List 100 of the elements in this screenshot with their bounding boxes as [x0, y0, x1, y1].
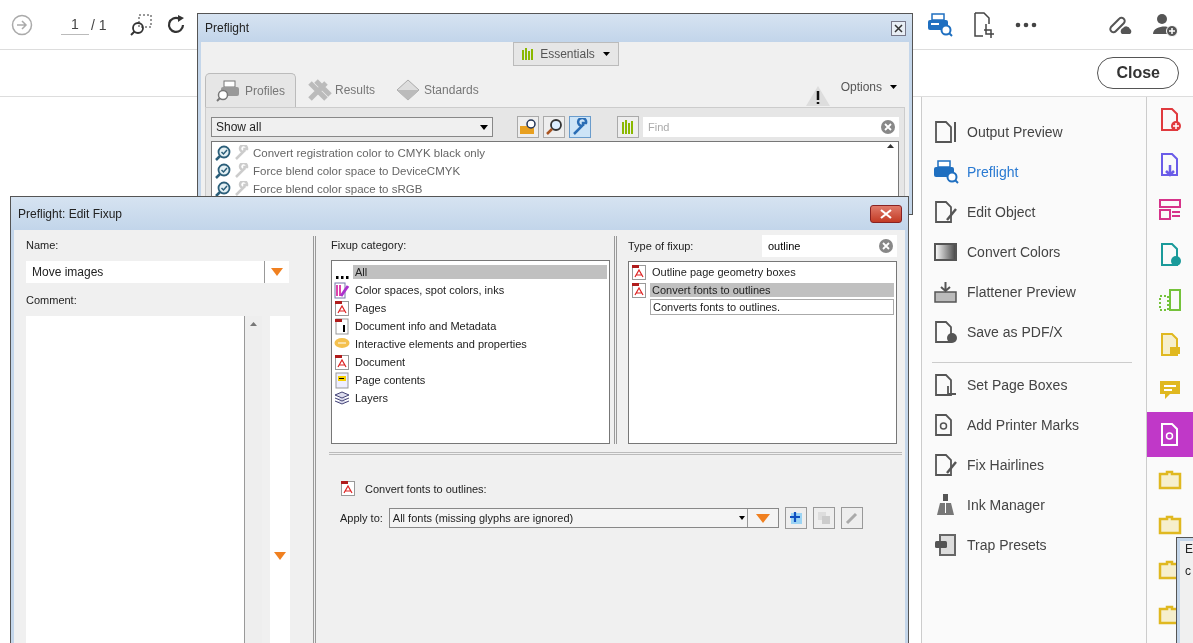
tab[interactable]: Standards [385, 73, 489, 107]
category-label: Fixup category: [331, 239, 408, 251]
pdf-plus-icon[interactable] [1158, 107, 1182, 132]
clear-icon[interactable] [877, 117, 899, 137]
wrench-icon [234, 145, 250, 161]
diamond-icon [395, 79, 422, 101]
pencil-icon [844, 511, 859, 525]
add-user-icon[interactable] [1153, 12, 1179, 37]
category-item[interactable]: Color spaces, spot colors, inks [334, 281, 607, 299]
flattener-icon [933, 280, 959, 304]
dropdown-triangle-icon [755, 513, 770, 523]
color-swatch-icon [334, 281, 350, 299]
search-button[interactable] [543, 116, 565, 138]
page-total: / 1 [91, 16, 107, 33]
profile-row[interactable]: Force blend color space to sRGB [212, 180, 898, 198]
category-item[interactable]: Interactive elements and properties [334, 335, 607, 353]
find-field[interactable]: Find [643, 117, 877, 137]
duplicate-icon [816, 511, 831, 525]
page-number-field[interactable]: 1 [61, 14, 89, 35]
wrench-icon [234, 163, 250, 179]
pdf-icon [334, 299, 350, 317]
tool-item[interactable]: Output Preview [922, 112, 1146, 152]
pdf-icon [631, 281, 647, 299]
apply-label: Apply to: [340, 512, 383, 524]
info-icon [334, 317, 350, 335]
tool-item[interactable]: Preflight [922, 152, 1146, 192]
page-content-icon [334, 371, 350, 389]
document-x-icon [933, 320, 959, 344]
tool-item[interactable]: Convert Colors [922, 232, 1146, 272]
plus-icon [788, 511, 803, 525]
pdf-send-icon[interactable] [1158, 242, 1182, 267]
edit-object-icon [933, 200, 959, 224]
bar-chart-icon [621, 120, 635, 134]
category-item[interactable]: Document info and Metadata [334, 317, 607, 335]
dropdown-arrow-icon [480, 124, 488, 130]
caret-icon [890, 85, 897, 89]
preflight-icon[interactable] [927, 12, 953, 37]
document-pencil-icon [933, 453, 959, 477]
edit-button[interactable] [840, 507, 863, 529]
tool-item[interactable]: Flattener Preview [922, 272, 1146, 312]
form-icon[interactable] [1158, 197, 1182, 222]
name-field[interactable]: Move images [26, 261, 289, 283]
dots-icon [335, 275, 349, 279]
comment-label: Comment: [26, 294, 78, 306]
pdf-icon [334, 353, 350, 371]
window-title: Preflight [205, 21, 250, 35]
category-item[interactable]: Pages [334, 299, 607, 317]
tool-item[interactable]: Fix Hairlines [922, 445, 1146, 485]
window-title: E [1185, 542, 1193, 556]
options-menu[interactable]: Options [830, 74, 905, 104]
next-page-icon[interactable] [11, 13, 33, 36]
side-tool-button[interactable] [1147, 412, 1193, 457]
window-text: c [1185, 564, 1192, 578]
preflight-icon [933, 160, 959, 184]
type-label: Type of fixup: [628, 240, 694, 252]
fixup-item[interactable]: Outline page geometry boxes [631, 263, 894, 281]
magnifier-check-icon [215, 163, 231, 179]
close-button[interactable] [870, 204, 902, 223]
tool-item[interactable]: Trap Presets [922, 525, 1146, 565]
close-button[interactable] [891, 20, 906, 36]
more-icon[interactable] [1015, 21, 1037, 28]
dropdown-triangle-icon[interactable] [274, 552, 286, 560]
profile-row[interactable]: Convert registration color to CMYK black only [212, 144, 898, 162]
toolbox-button[interactable] [517, 116, 539, 138]
duplicate-button[interactable] [812, 507, 835, 529]
magnifier-check-icon [215, 145, 231, 161]
marquee-zoom-icon[interactable] [128, 12, 153, 37]
filter-dropdown[interactable]: Show all [211, 117, 493, 137]
essentials-button[interactable]: Essentials [513, 42, 619, 66]
fixup-title: Convert fonts to outlines: [365, 482, 487, 495]
category-item[interactable]: Document [334, 353, 607, 371]
pdf-icon [340, 480, 356, 497]
crop-page-icon [933, 373, 959, 397]
scroll-up-icon[interactable] [887, 144, 894, 148]
fixup-description: Converts fonts to outlines. [650, 299, 894, 315]
tool-item[interactable]: Ink Manager [922, 485, 1146, 525]
category-item[interactable]: Layers [334, 389, 607, 407]
clear-icon[interactable] [875, 235, 897, 257]
gradient-icon [933, 240, 959, 264]
bar-chart-icon [522, 48, 536, 60]
tool-item[interactable]: Save as PDF/X [922, 312, 1146, 352]
tab[interactable]: Profiles [205, 73, 296, 107]
document-slider-icon [933, 120, 959, 144]
tool-item[interactable]: Set Page Boxes [922, 365, 1146, 405]
trap-icon [933, 533, 959, 557]
tool-item[interactable]: Add Printer Marks [922, 405, 1146, 445]
close-button[interactable]: Close [1097, 57, 1179, 89]
dropdown-triangle-icon [271, 268, 283, 276]
category-item[interactable]: Page contents [334, 371, 607, 389]
profile-row[interactable]: Force blend color space to DeviceCMYK [212, 162, 898, 180]
close-icon [880, 208, 892, 219]
apply-dropdown[interactable]: All fonts (missing glyphs are ignored) [388, 508, 779, 528]
warning-icon[interactable] [804, 85, 831, 107]
search-field[interactable]: outline [762, 235, 875, 257]
comment-field[interactable] [26, 316, 262, 643]
crop-page-icon[interactable] [973, 11, 995, 38]
add-button[interactable] [784, 507, 807, 529]
wrench-button[interactable] [569, 116, 591, 138]
tool-item[interactable]: Edit Object [922, 192, 1146, 232]
tab[interactable]: Results [296, 73, 386, 107]
